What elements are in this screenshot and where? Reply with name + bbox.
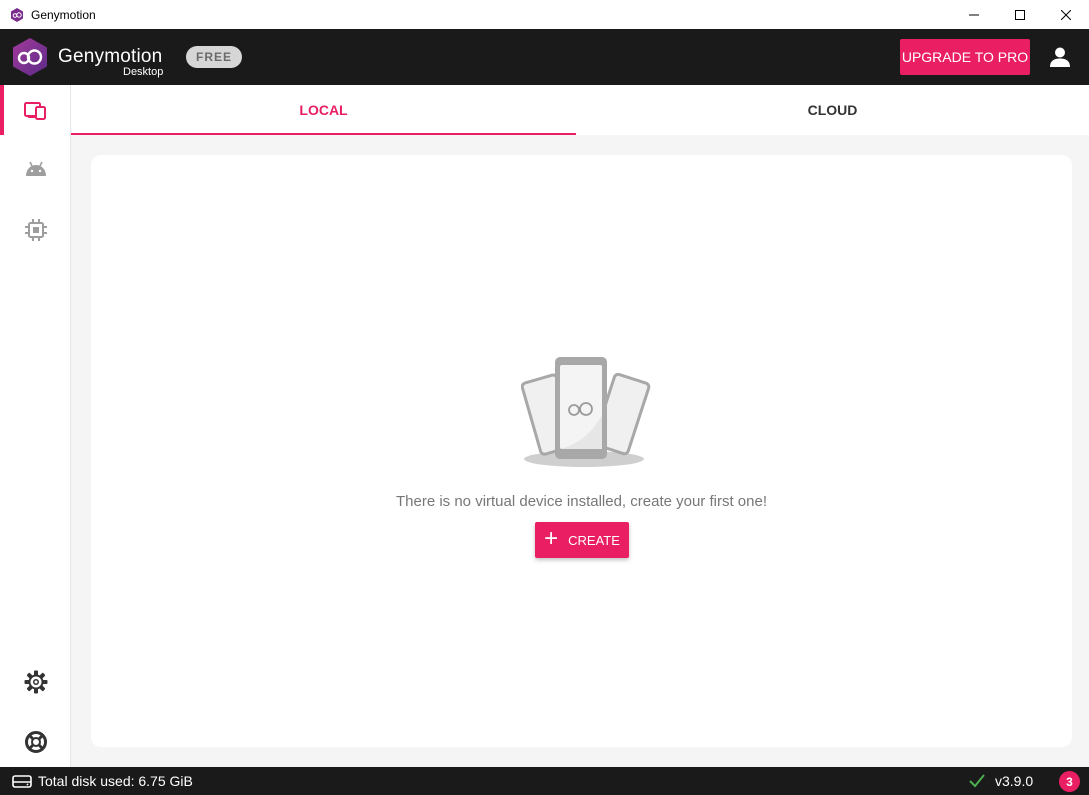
plus-icon: + — [544, 525, 559, 552]
brand-subtitle: Desktop — [123, 66, 164, 78]
create-button-label: CREATE — [568, 532, 620, 548]
sidebar-item-devices[interactable] — [0, 85, 71, 135]
sidebar-item-android[interactable] — [0, 145, 71, 195]
status-bar: Total disk used: 6.75 GiB v3.9.0 3 — [0, 767, 1089, 795]
sidebar-item-help[interactable] — [0, 717, 71, 767]
minimize-icon — [969, 14, 979, 15]
close-button[interactable] — [1043, 0, 1089, 29]
window-titlebar: Genymotion — [0, 0, 1089, 29]
close-icon — [1061, 9, 1071, 20]
devices-icon — [23, 102, 46, 120]
user-icon — [1050, 47, 1070, 67]
tab-bar: LOCAL CLOUD — [71, 85, 1089, 135]
sidebar — [0, 85, 71, 767]
tab-local[interactable]: LOCAL — [71, 85, 576, 135]
check-icon — [968, 772, 986, 790]
tab-cloud[interactable]: CLOUD — [576, 85, 1089, 135]
plan-badge: FREE — [186, 46, 242, 68]
chip-icon — [24, 219, 47, 241]
brand-name: Genymotion — [58, 46, 163, 67]
lifebuoy-icon — [24, 731, 47, 753]
maximize-button[interactable] — [997, 0, 1043, 29]
account-button[interactable] — [1046, 43, 1074, 71]
minimize-button[interactable] — [951, 0, 997, 29]
genymotion-app-icon — [9, 7, 24, 22]
gear-icon — [24, 670, 47, 694]
window-title: Genymotion — [31, 7, 96, 22]
disk-usage-label: Total disk used: 6.75 GiB — [38, 773, 193, 789]
empty-state-message: There is no virtual device installed, cr… — [395, 493, 767, 510]
sidebar-item-settings[interactable] — [0, 657, 71, 707]
notification-badge[interactable]: 3 — [1059, 771, 1080, 792]
genymotion-logo — [11, 37, 49, 77]
disk-icon — [12, 774, 32, 788]
main-content: LOCAL CLOUD There is no virtual device i… — [71, 85, 1089, 767]
phones-illustration-icon — [520, 355, 651, 470]
devices-panel: There is no virtual device installed, cr… — [91, 155, 1072, 747]
create-device-button[interactable]: + CREATE — [535, 522, 629, 558]
app-header: Genymotion Desktop FREE UPGRADE TO PRO — [0, 29, 1089, 85]
upgrade-button[interactable]: UPGRADE TO PRO — [900, 39, 1030, 75]
sidebar-item-chip[interactable] — [0, 205, 71, 255]
android-icon — [25, 161, 46, 176]
version-label: v3.9.0 — [995, 773, 1034, 789]
maximize-icon — [1015, 9, 1025, 20]
window-controls — [951, 0, 1089, 29]
